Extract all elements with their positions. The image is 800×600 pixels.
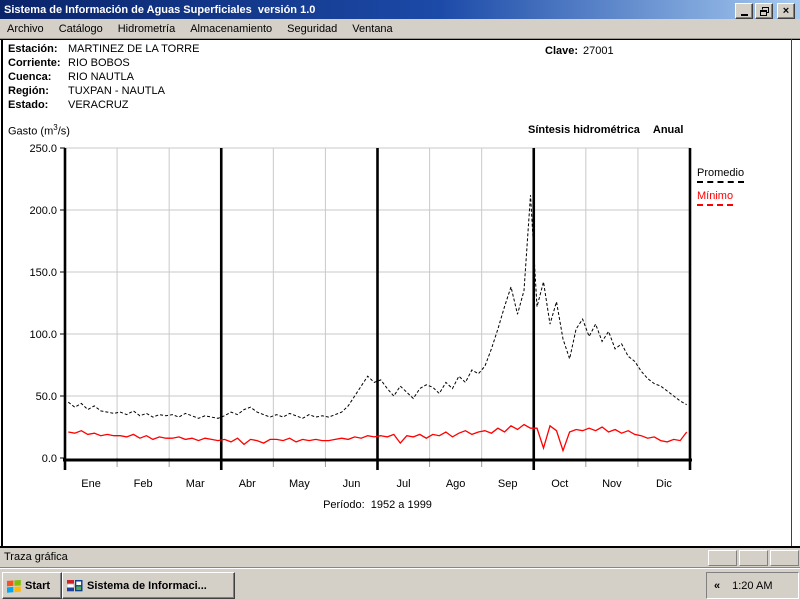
legend-item-minimo: Mínimo (697, 190, 744, 206)
restore-button[interactable] (755, 3, 773, 19)
station-value: MARTINEZ DE LA TORRE (68, 43, 200, 55)
station-value: RIO BOBOS (68, 57, 130, 69)
station-value: RIO NAUTLA (68, 71, 135, 83)
chart-title-main: Síntesis hidrométrica (528, 124, 640, 136)
window-title: Sistema de Información de Aguas Superfic… (4, 3, 316, 16)
station-row: Estación: MARTINEZ DE LA TORRE (8, 42, 199, 56)
legend-minimo-label: Mínimo (697, 190, 734, 206)
station-label: Estado: (8, 99, 49, 111)
tray-collapse-chevron-icon[interactable]: « (714, 580, 720, 592)
chart-legend: Promedio Mínimo (697, 167, 745, 213)
station-value: VERACRUZ (68, 99, 129, 111)
client-border-right (791, 39, 792, 547)
menu-hidrometria[interactable]: Hidrometría (111, 21, 183, 37)
taskbar: Start Sistema de Informaci... « 1:20 AM (0, 567, 800, 600)
statusbar-pane (708, 550, 737, 566)
tray-clock: 1:20 AM (732, 579, 773, 592)
close-button[interactable]: × (777, 3, 795, 19)
station-row: Cuenca: RIO NAUTLA (8, 70, 199, 84)
station-label: Cuenca: (8, 71, 52, 83)
desktop-screen: Sistema de Información de Aguas Superfic… (0, 0, 800, 600)
taskbar-task-sistema[interactable]: Sistema de Informaci... (62, 572, 235, 599)
y-axis-unit-label: Gasto (m3/s) (8, 123, 70, 138)
menu-catalogo[interactable]: Catálogo (52, 21, 111, 37)
station-label: Corriente: (8, 57, 61, 69)
start-label: Start (25, 579, 51, 592)
close-icon: × (782, 5, 790, 17)
menu-bar: Archivo Catálogo Hidrometría Almacenamie… (0, 19, 800, 39)
menu-ventana[interactable]: Ventana (345, 21, 400, 37)
minimize-button[interactable] (735, 3, 753, 19)
start-button[interactable]: Start (2, 572, 62, 599)
clave-value: 27001 (583, 45, 614, 57)
restore-icon (759, 6, 769, 16)
station-info: Estación: MARTINEZ DE LA TORRE Corriente… (8, 42, 199, 112)
legend-promedio-label: Promedio (697, 167, 745, 183)
period-label: Período: 1952 a 1999 (323, 499, 432, 511)
menu-archivo[interactable]: Archivo (0, 21, 52, 37)
minimize-icon (740, 13, 748, 16)
legend-item-promedio: Promedio (697, 167, 745, 183)
windows-logo-icon (7, 579, 21, 593)
menu-seguridad[interactable]: Seguridad (280, 21, 345, 37)
chart-title-period-type: Anual (652, 124, 684, 136)
menu-almacenamiento[interactable]: Almacenamiento (183, 21, 280, 37)
client-border-left (1, 39, 3, 547)
station-row: Estado: VERACRUZ (8, 98, 199, 112)
station-label: Región: (8, 85, 49, 97)
window-controls: × (735, 3, 795, 19)
station-row: Corriente: RIO BOBOS (8, 56, 199, 70)
app-icon (67, 579, 83, 591)
station-row: Región: TUXPAN - NAUTLA (8, 84, 199, 98)
chart-title: Síntesis hidrométrica Anual (528, 124, 683, 136)
statusbar-pane (770, 550, 799, 566)
task-label: Sistema de Informaci... (87, 579, 207, 592)
statusbar-pane (739, 550, 768, 566)
station-clave: Clave: 27001 (545, 44, 614, 58)
status-text: Traza gráfica (4, 551, 68, 563)
station-value: TUXPAN - NAUTLA (68, 85, 165, 97)
status-bar: Traza gráfica (0, 548, 800, 567)
clave-label: Clave: (545, 45, 579, 57)
station-label: Estación: (8, 43, 58, 55)
window-titlebar[interactable]: Sistema de Información de Aguas Superfic… (0, 0, 800, 19)
client-area (0, 39, 800, 547)
system-tray: « 1:20 AM (706, 572, 799, 599)
client-border-top (0, 39, 800, 40)
